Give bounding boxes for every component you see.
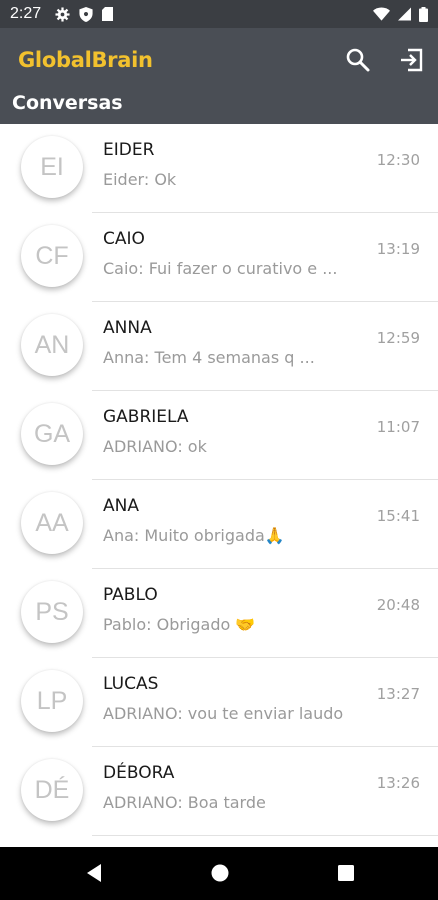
contact-name: DÉBORA <box>103 763 175 783</box>
app-bar: GlobalBrain Conversas <box>0 28 438 124</box>
conversation-list[interactable]: EI EIDER Eider: Ok 12:30 CF CAIO Caio: F… <box>0 124 438 847</box>
section-title: Conversas <box>12 92 123 114</box>
message-preview: Anna: Tem 4 semanas q ... <box>103 348 315 367</box>
contact-name: GABRIELA <box>103 407 189 427</box>
search-icon[interactable] <box>344 46 372 74</box>
contact-name: PABLO <box>103 585 158 605</box>
contact-name: CAIO <box>103 229 145 249</box>
message-preview: Caio: Fui fazer o curativo e ... <box>103 259 338 278</box>
avatar: AN <box>21 314 83 376</box>
contact-name: ANA <box>103 496 139 516</box>
conversation-item[interactable]: LP LUCAS ADRIANO: vou te enviar laudo 13… <box>0 658 438 747</box>
battery-icon <box>419 6 428 22</box>
shield-icon <box>79 6 93 22</box>
app-title: GlobalBrain <box>18 48 153 72</box>
home-icon[interactable] <box>210 863 230 883</box>
message-preview: Pablo: Obrigado 🤝 <box>103 615 256 634</box>
logout-icon[interactable] <box>396 46 426 74</box>
conversation-item[interactable]: AA ANA Ana: Muito obrigada🙏 15:41 <box>0 480 438 569</box>
message-time: 13:19 <box>376 240 420 258</box>
message-time: 13:27 <box>376 685 420 703</box>
message-preview: ADRIANO: ok <box>103 437 207 456</box>
gear-icon <box>55 6 70 22</box>
message-time: 11:07 <box>376 418 420 436</box>
message-time: 12:30 <box>376 151 420 169</box>
message-time: 20:48 <box>376 596 420 614</box>
status-time: 2:27 <box>10 5 42 22</box>
conversation-item[interactable]: DÉ DÉBORA ADRIANO: Boa tarde 13:26 <box>0 747 438 836</box>
conversation-item[interactable]: PS PABLO Pablo: Obrigado 🤝 20:48 <box>0 569 438 658</box>
message-time: 13:26 <box>376 774 420 792</box>
avatar: EI <box>21 136 83 198</box>
avatar: AA <box>21 492 83 554</box>
contact-name: LUCAS <box>103 674 159 694</box>
conversation-item[interactable]: CF CAIO Caio: Fui fazer o curativo e ...… <box>0 213 438 302</box>
message-preview: ADRIANO: vou te enviar laudo <box>103 704 344 723</box>
message-preview: Ana: Muito obrigada🙏 <box>103 526 285 545</box>
avatar: PS <box>21 581 83 643</box>
contact-name: EIDER <box>103 140 155 160</box>
message-preview: Eider: Ok <box>103 170 177 189</box>
conversation-item[interactable]: AN ANNA Anna: Tem 4 semanas q ... 12:59 <box>0 302 438 391</box>
contact-name: ANNA <box>103 318 152 338</box>
conversation-item[interactable]: GA GABRIELA ADRIANO: ok 11:07 <box>0 391 438 480</box>
sim-icon <box>102 7 114 21</box>
status-bar: 2:27 <box>0 0 438 28</box>
avatar: CF <box>21 225 83 287</box>
conversation-item[interactable]: EI EIDER Eider: Ok 12:30 <box>0 124 438 213</box>
signal-icon <box>398 7 411 21</box>
message-time: 15:41 <box>376 507 420 525</box>
avatar: DÉ <box>21 759 83 821</box>
avatar: LP <box>21 670 83 732</box>
back-icon[interactable] <box>84 863 104 883</box>
avatar: GA <box>21 403 83 465</box>
wifi-icon <box>373 7 390 21</box>
divider <box>92 835 438 836</box>
message-time: 12:59 <box>376 329 420 347</box>
navigation-bar <box>0 847 438 900</box>
recents-icon[interactable] <box>336 863 356 883</box>
message-preview: ADRIANO: Boa tarde <box>103 793 266 812</box>
